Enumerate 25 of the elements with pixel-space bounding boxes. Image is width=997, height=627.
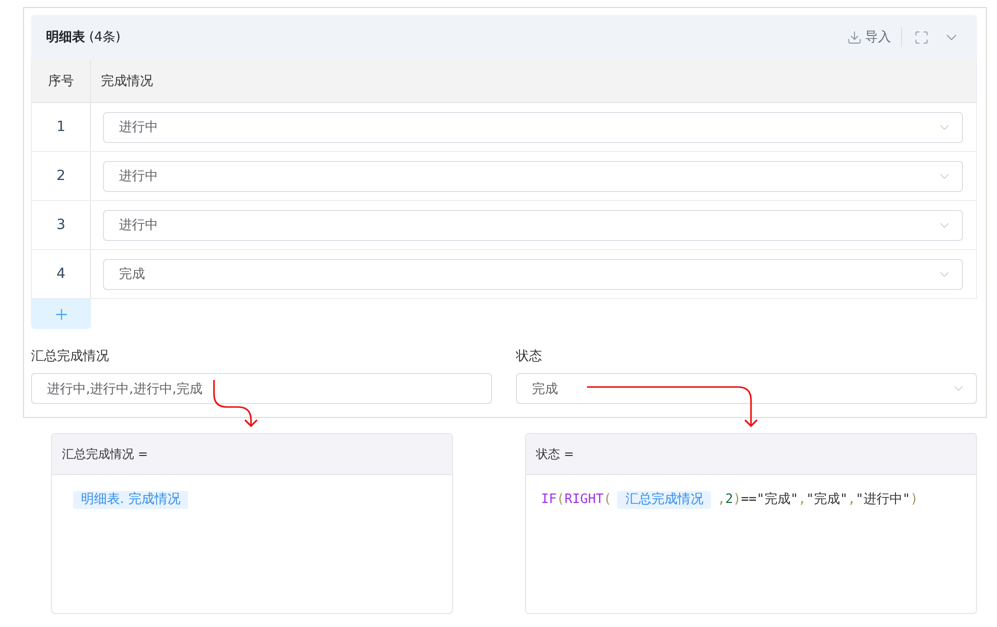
field-label: 汇总完成情况 xyxy=(31,348,110,366)
import-button[interactable]: 导入 xyxy=(847,28,891,46)
table-title: 明细表 (4条) xyxy=(46,29,121,46)
status-select[interactable]: 完成 xyxy=(103,258,963,290)
text-field[interactable]: 进行中,进行中,进行中,完成 xyxy=(31,373,492,404)
row-number: 1 xyxy=(32,103,91,151)
fullscreen-icon[interactable] xyxy=(914,30,929,44)
field-reference-tag: 汇总完成情况 xyxy=(617,491,712,509)
curved-arrow xyxy=(213,380,258,428)
download-icon xyxy=(847,30,862,44)
formula-code: ,2)=="完成","完成","进行中") xyxy=(717,491,918,509)
formula-title: 汇总完成情况 = xyxy=(62,446,148,462)
field-label: 状态 xyxy=(516,348,543,366)
status-select[interactable]: 完成 xyxy=(516,373,977,404)
row-number: 3 xyxy=(32,201,91,249)
formula-code: IF(RIGHT( xyxy=(541,491,612,509)
row-number: 4 xyxy=(32,250,91,298)
formula-title: 状态 = xyxy=(536,446,574,462)
status-select[interactable]: 进行中 xyxy=(103,210,963,240)
status-select[interactable]: 进行中 xyxy=(103,112,963,142)
field-reference-tag: 明细表. 完成情况 xyxy=(73,491,188,509)
row-number: 2 xyxy=(32,152,91,200)
column-header: 完成情况 xyxy=(100,72,154,90)
status-select[interactable]: 进行中 xyxy=(103,160,963,192)
column-header: 序号 xyxy=(32,59,91,102)
